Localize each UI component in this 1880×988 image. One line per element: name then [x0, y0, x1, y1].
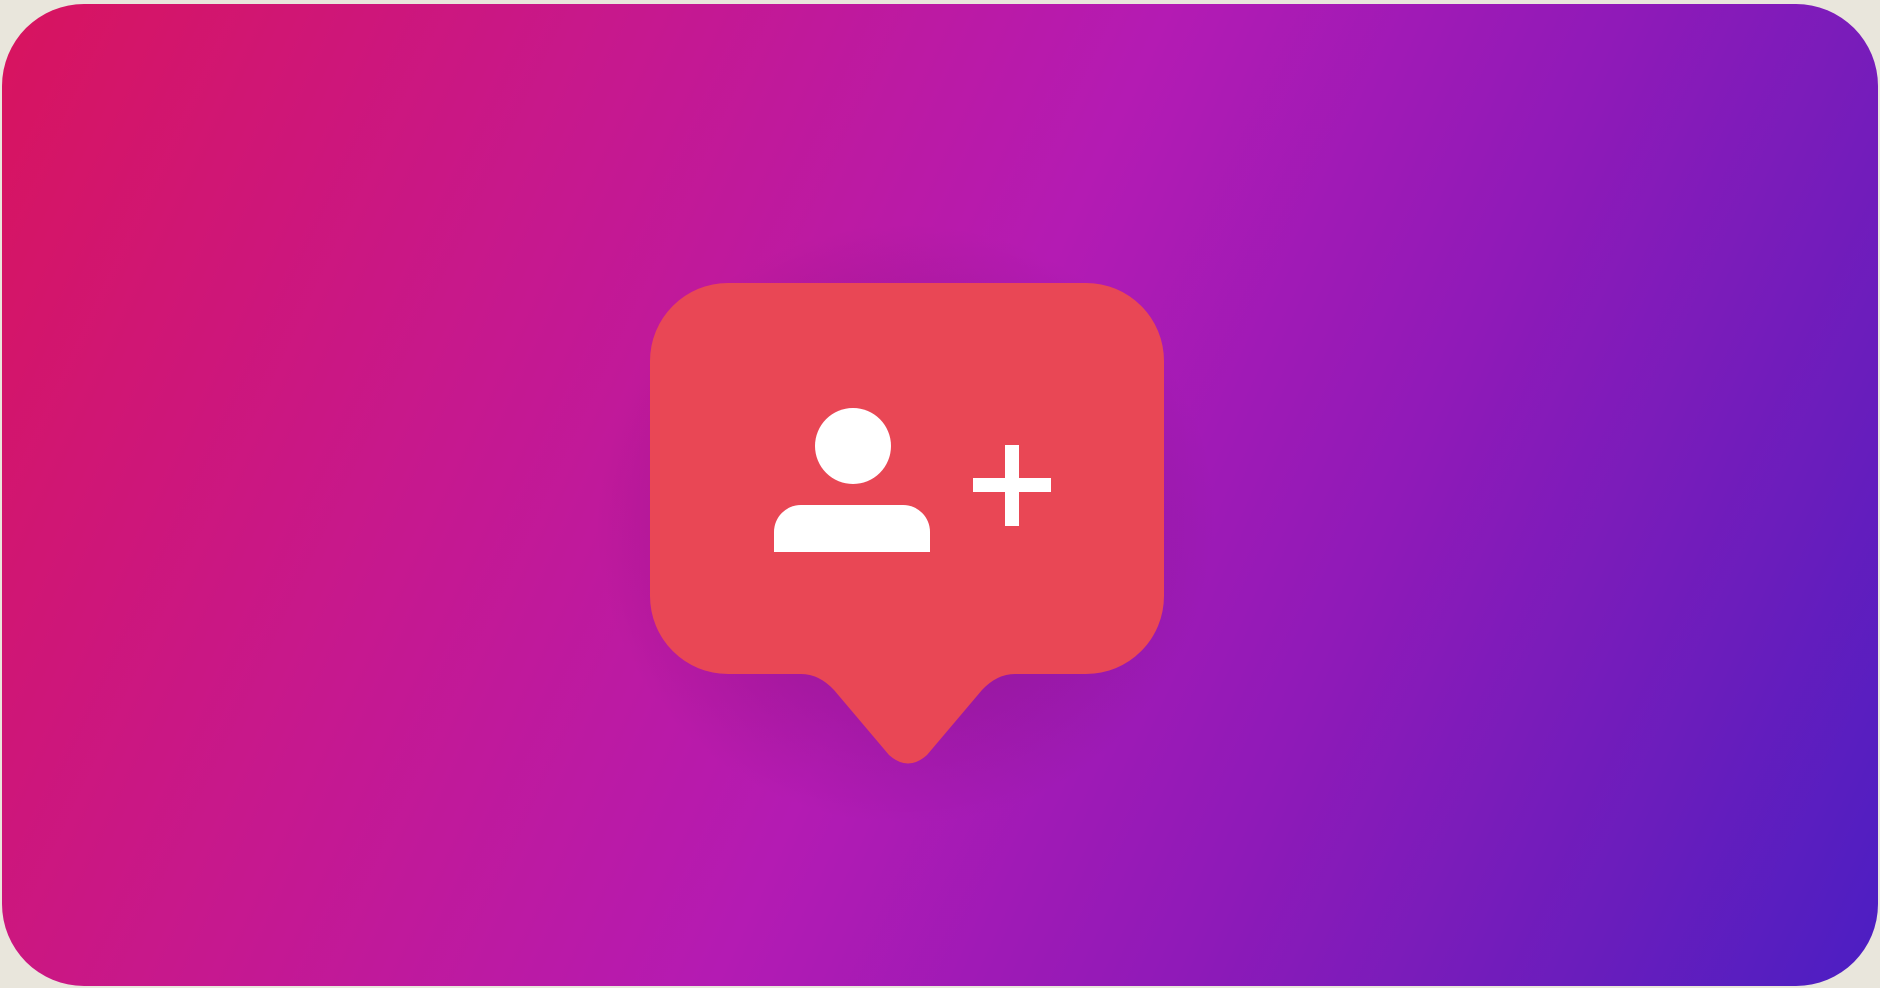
user-body [774, 505, 930, 552]
banner-card [2, 4, 1878, 986]
user-head [815, 408, 891, 484]
follow-notification-bubble [650, 283, 1164, 764]
plus-horizontal-bar [973, 478, 1051, 492]
